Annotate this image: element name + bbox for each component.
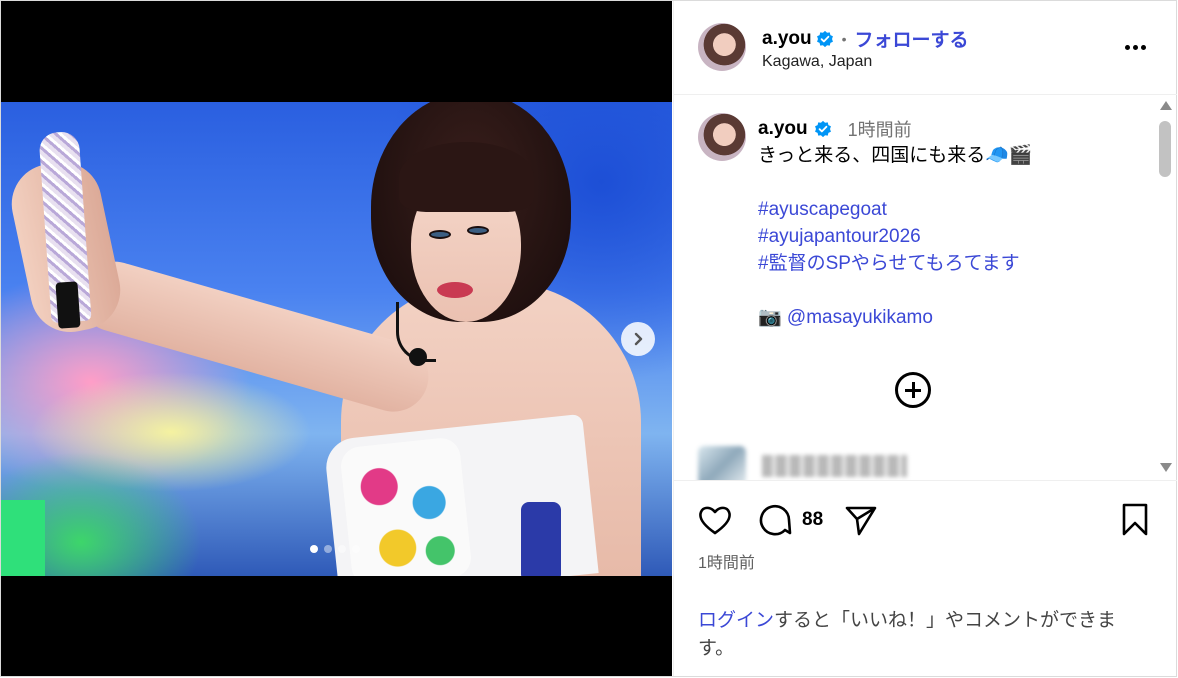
mention-link[interactable]: 📷 @masayukikamo (758, 304, 1138, 331)
post-header: a.you • フォローする Kagawa, Japan (674, 1, 1177, 95)
caption-line (758, 169, 1138, 196)
separator-dot: • (841, 30, 847, 47)
post-timestamp: 1時間前 (698, 555, 755, 572)
carousel-dot (310, 545, 318, 553)
comments-scrollbar[interactable] (1156, 99, 1174, 477)
verified-badge-icon (816, 30, 833, 47)
carousel-dot (338, 545, 346, 553)
blurred-comment (698, 446, 907, 480)
action-bar: 88 (674, 497, 1177, 545)
caption-author-avatar[interactable] (698, 113, 746, 161)
carousel-indicator (310, 545, 360, 553)
comment-bubble-icon[interactable] (756, 501, 794, 539)
scroll-up-arrow-icon[interactable] (1160, 101, 1172, 110)
author-avatar[interactable] (698, 23, 746, 71)
follow-button[interactable]: フォローする (855, 25, 969, 52)
author-username[interactable]: a.you (762, 28, 812, 50)
caption-time: 1時間前 (847, 120, 912, 140)
hashtag-link[interactable]: #監督のSPやらせてもろてます (758, 250, 1138, 277)
carousel-dot (352, 545, 360, 553)
hashtag-link[interactable]: #ayuscapegoat (758, 196, 1138, 223)
carousel-dot (324, 545, 332, 553)
post-caption: きっと来る、四国にも来る🧢🎬 #ayuscapegoat #ayujapanto… (758, 142, 1138, 331)
heart-icon[interactable] (696, 501, 734, 539)
post-photo (1, 102, 672, 576)
bookmark-icon[interactable] (1116, 501, 1154, 539)
post-sidebar: a.you • フォローする Kagawa, Japan a.you 1時間前 … (673, 1, 1177, 676)
plus-circle-icon[interactable] (895, 372, 931, 408)
hashtag-link[interactable]: #ayujapantour2026 (758, 223, 1138, 250)
comments-area[interactable]: a.you 1時間前 きっと来る、四国にも来る🧢🎬 #ayuscapegoat … (674, 96, 1177, 481)
caption-line: きっと来る、四国にも来る🧢🎬 (758, 145, 1033, 166)
verified-badge-icon (814, 120, 831, 138)
scroll-thumb[interactable] (1159, 121, 1171, 177)
caption-username[interactable]: a.you (758, 118, 808, 140)
next-slide-button[interactable] (621, 322, 655, 356)
scroll-down-arrow-icon[interactable] (1160, 463, 1172, 472)
login-link[interactable]: ログイン (698, 610, 774, 631)
media-viewer (1, 1, 672, 676)
more-options-icon[interactable] (1120, 35, 1150, 59)
post-location[interactable]: Kagawa, Japan (762, 53, 872, 71)
caption-line (758, 277, 1138, 304)
chevron-right-icon (634, 332, 643, 346)
send-icon[interactable] (842, 501, 880, 539)
login-prompt: ログインすると「いいね！」やコメントができます。 (698, 607, 1148, 663)
comment-count: 88 (802, 509, 824, 530)
